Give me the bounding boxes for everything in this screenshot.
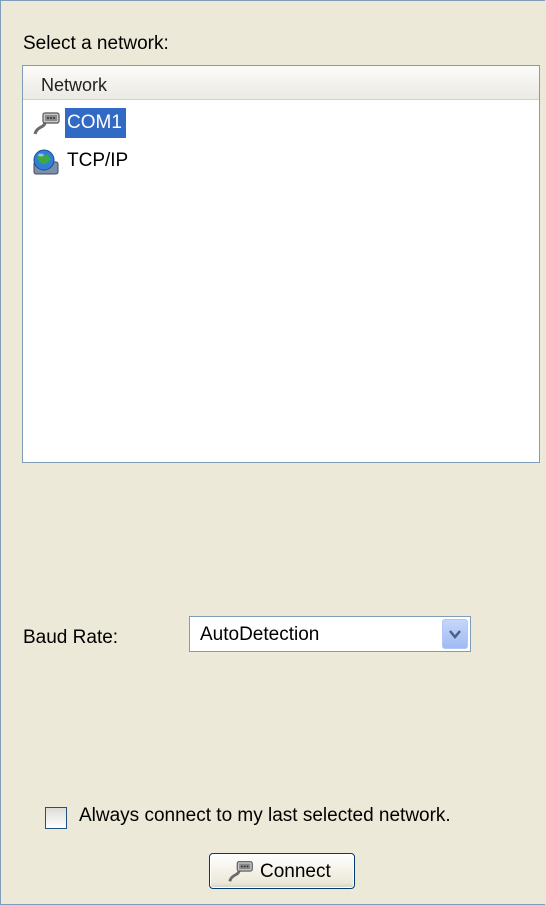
baud-rate-value: AutoDetection — [200, 624, 320, 645]
network-list[interactable]: Network COM1 TCP/IP — [22, 65, 540, 463]
list-column-header[interactable]: Network — [23, 66, 539, 100]
network-panel: Select a network: Network COM1 TCP/IP Ba… — [0, 0, 545, 905]
list-item-label: TCP/IP — [67, 150, 129, 171]
select-network-label: Select a network: — [23, 33, 169, 54]
serial-cable-icon — [31, 110, 63, 138]
connect-button[interactable]: Connect — [209, 853, 355, 889]
connect-button-label: Connect — [260, 861, 331, 882]
baud-rate-select[interactable]: AutoDetection — [189, 616, 471, 652]
serial-cable-icon — [226, 858, 256, 886]
chevron-down-icon — [449, 630, 461, 639]
baud-rate-label: Baud Rate: — [23, 627, 119, 648]
always-connect-label[interactable]: Always connect to my last selected netwo… — [79, 805, 451, 827]
list-item-label: COM1 — [65, 108, 126, 138]
list-item-tcpip[interactable]: TCP/IP — [25, 146, 539, 176]
globe-network-icon — [31, 148, 63, 176]
list-item-com1[interactable]: COM1 — [25, 108, 539, 138]
column-header-network: Network — [41, 75, 108, 95]
always-connect-checkbox[interactable] — [45, 807, 67, 829]
dropdown-button[interactable] — [442, 619, 468, 649]
